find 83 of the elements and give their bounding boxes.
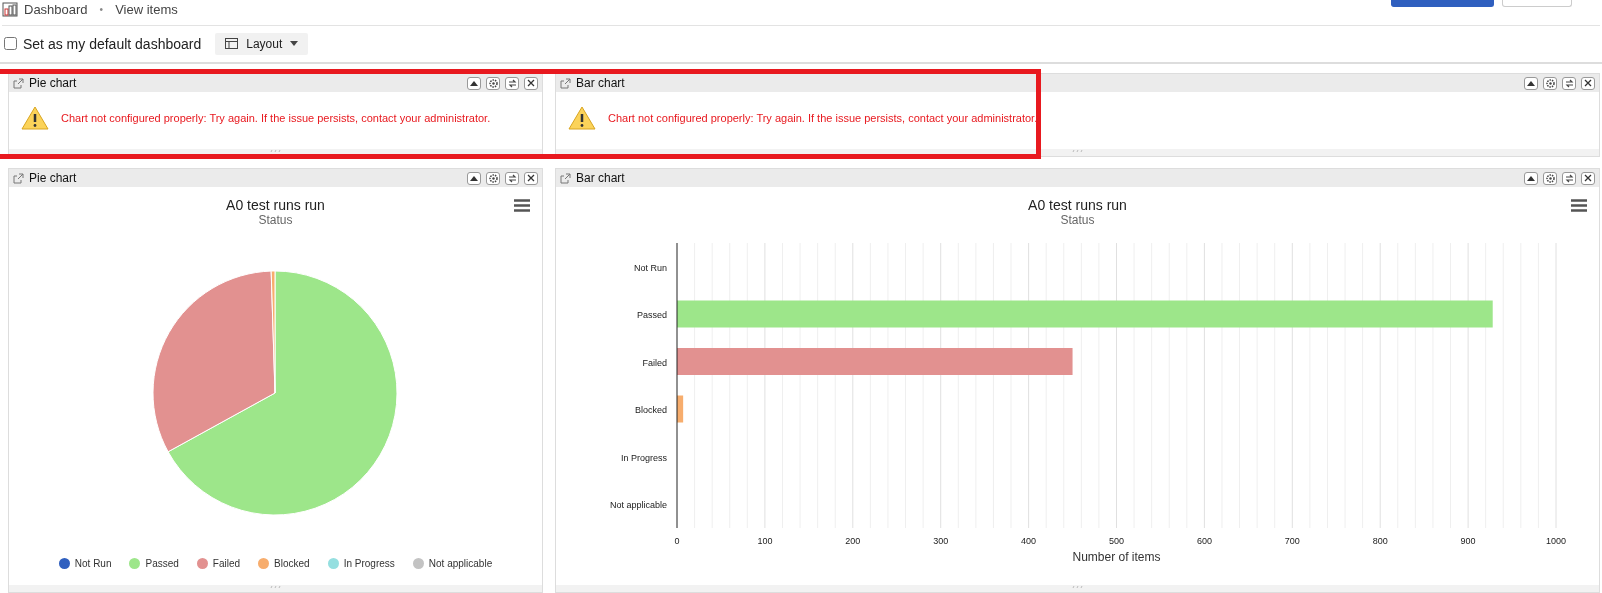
triangle-up-icon — [1527, 175, 1535, 181]
category-label: Passed — [636, 310, 667, 321]
close-icon — [527, 79, 535, 87]
triangle-up-icon — [1527, 80, 1535, 86]
external-link-icon[interactable] — [13, 77, 24, 89]
breadcrumb-current: View items — [115, 1, 178, 17]
close-button[interactable] — [1581, 171, 1595, 185]
close-icon — [1584, 79, 1592, 87]
gear-icon — [488, 173, 498, 183]
external-link-icon[interactable] — [560, 77, 571, 89]
separator-dot: • — [99, 3, 104, 15]
legend-item[interactable]: Blocked — [258, 558, 310, 569]
collapse-button[interactable] — [467, 171, 481, 185]
gear-icon — [1545, 78, 1555, 88]
widget-title: Pie chart — [29, 171, 78, 185]
breadcrumb-link[interactable]: Dashboard — [24, 1, 88, 17]
category-label: Not applicable — [609, 500, 667, 511]
category-label: Blocked — [634, 405, 667, 416]
external-link-icon[interactable] — [13, 172, 24, 184]
category-label: Failed — [642, 357, 667, 368]
gear-icon — [488, 78, 498, 88]
layout-button[interactable]: Layout — [215, 32, 309, 55]
error-message: Chart not configured properly: Try again. If the issue persists, contact your administrator. — [608, 112, 1038, 124]
warning-icon — [568, 106, 596, 130]
error-message: Chart not configured properly: Try again. If the issue persists, contact your administrator. — [61, 112, 491, 124]
legend-item[interactable]: Passed — [129, 558, 179, 569]
close-button[interactable] — [524, 76, 538, 90]
close-button[interactable] — [524, 171, 538, 185]
external-link-icon[interactable] — [560, 172, 571, 184]
tick-label: 200 — [845, 536, 861, 546]
resize-grip-icon[interactable] — [269, 149, 282, 153]
menu-icon[interactable] — [1571, 199, 1587, 212]
widget-title: Bar chart — [576, 171, 626, 185]
tick-label: 0 — [674, 536, 680, 546]
settings-button[interactable] — [1543, 76, 1557, 90]
tick-label: 700 — [1284, 536, 1300, 546]
checkbox[interactable] — [4, 37, 17, 51]
settings-button[interactable] — [486, 171, 500, 185]
tick-label: 400 — [1021, 536, 1037, 546]
collapse-button[interactable] — [1524, 76, 1538, 90]
category-label: In Progress — [620, 452, 667, 463]
tick-label: 100 — [757, 536, 773, 546]
tick-label: 300 — [933, 536, 949, 546]
warning-icon — [21, 106, 49, 130]
collapse-button[interactable] — [1524, 171, 1538, 185]
refresh-button[interactable] — [1562, 171, 1576, 185]
close-icon — [1584, 174, 1592, 182]
chart-subtitle: Status — [1059, 213, 1096, 227]
settings-button[interactable] — [1543, 171, 1557, 185]
gear-icon — [1545, 173, 1555, 183]
refresh-icon — [1564, 173, 1574, 183]
triangle-up-icon — [470, 80, 478, 86]
triangle-up-icon — [470, 175, 478, 181]
axis-title: Number of items — [1072, 550, 1161, 564]
settings-button[interactable] — [486, 76, 500, 90]
dashboard-icon — [2, 1, 18, 18]
refresh-button[interactable] — [505, 171, 519, 185]
refresh-icon — [507, 78, 517, 88]
menu-icon[interactable] — [514, 199, 530, 212]
refresh-button[interactable] — [505, 76, 519, 90]
chart-title: A0 test runs run — [1027, 197, 1128, 213]
tick-label: 600 — [1196, 536, 1212, 546]
collapse-button[interactable] — [467, 76, 481, 90]
category-label: Not Run — [633, 262, 667, 273]
legend-item[interactable]: Not Run — [58, 558, 112, 569]
legend-item[interactable]: Not applicable — [412, 558, 493, 569]
tick-label: 1000 — [1546, 536, 1566, 546]
close-icon — [527, 174, 535, 182]
close-button[interactable] — [1581, 76, 1595, 90]
tick-label: 800 — [1372, 536, 1388, 546]
caret-icon — [290, 41, 299, 47]
legend-item[interactable]: Failed — [196, 558, 241, 569]
refresh-icon — [1564, 78, 1574, 88]
layout-icon — [225, 38, 239, 50]
tick-label: 500 — [1109, 536, 1124, 546]
chart-title: A0 test runs run — [225, 197, 326, 213]
refresh-icon — [507, 173, 517, 183]
refresh-button[interactable] — [1562, 76, 1576, 90]
chart-subtitle: Status — [257, 213, 294, 227]
legend-item[interactable]: In Progress — [327, 558, 395, 569]
tick-label: 900 — [1460, 536, 1476, 546]
widget-title: Bar chart — [576, 76, 626, 90]
widget-title: Pie chart — [29, 76, 78, 90]
